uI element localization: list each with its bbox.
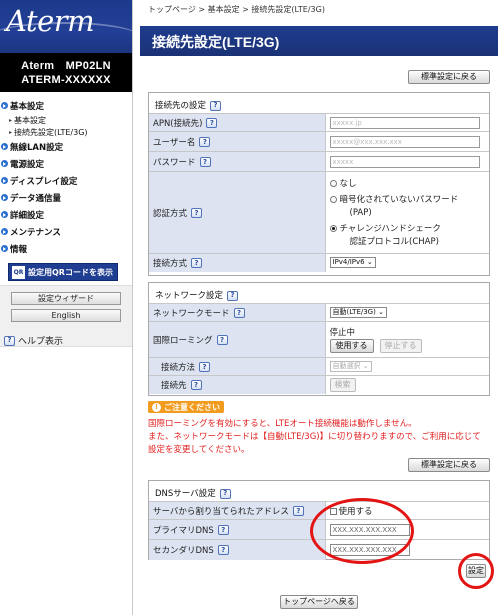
roaming-conn-method-select[interactable]: 自動選択 ⌄ [329,361,372,372]
network-mode-select[interactable]: 自動(LTE/3G) ⌄ [329,307,387,318]
side-tools: 設定ウィザード English ? ヘルプ表示 [0,285,132,347]
secondary-dns-label: セカンダリDNS? [149,539,326,560]
page-title: 接続先設定(LTE/3G) [140,26,498,56]
help-icon[interactable]: ? [190,380,202,391]
reset-defaults-button-top[interactable]: 標準設定に戻る [408,70,490,84]
auth-option-chap[interactable]: チャレンジハンドシェーク [329,223,490,236]
arrow-circle-icon [1,143,8,150]
help-icon[interactable]: ? [191,208,203,218]
roaming-conn-method-label: 接続方法? [149,357,326,376]
notice-text: 国際ローミングを有効にすると、LTEオート接続機能は動作しません。 また、ネット… [148,419,481,455]
radio-icon[interactable] [329,196,337,203]
model-name: Aterm MP02LN [21,60,111,72]
brand-header: Aterm [0,0,132,53]
dns-settings-heading: DNSサーバ設定? [149,481,489,501]
auth-option-pap[interactable]: 暗号化されていないパスワード [329,194,490,207]
roaming-enable-button[interactable]: 使用する [329,338,374,353]
help-icon[interactable]: ? [199,137,211,147]
menu-info[interactable]: 情報 [0,240,132,257]
reset-defaults-button-bottom[interactable]: 標準設定に戻る [408,458,490,472]
menu-advanced[interactable]: 詳細設定 [0,206,132,223]
roaming-stop-button[interactable]: 停止する [379,338,422,353]
network-settings-section: ネットワーク設定? ネットワークモード? 自動(LTE/3G) ⌄ 国際ローミン… [148,282,490,396]
side-menu: 基本設定 基本設定 接続先設定(LTE/3G) 無線LAN設定 電源設定 ディス… [0,92,132,281]
show-qr-code-button[interactable]: QR 設定用QRコードを表示 [8,263,118,281]
help-icon[interactable]: ? [191,258,203,269]
connection-settings-heading: 接続先の設定? [149,93,489,113]
auth-method-label: 認証方式? [149,171,326,254]
device-id: ATERM-XXXXXX [21,74,111,86]
arrow-circle-icon [1,245,8,252]
auth-option-pap-sub: (PAP) [349,208,372,218]
help-icon: ? [4,335,15,346]
arrow-circle-icon [1,177,8,184]
password-input[interactable]: xxxxx [329,155,480,168]
radio-icon[interactable] [329,180,337,187]
help-icon[interactable]: ? [217,545,229,556]
warning-icon: ! [152,402,161,412]
help-toggle[interactable]: ? ヘルプ表示 [4,334,132,347]
arrow-circle-icon [1,102,8,109]
auth-option-chap-sub: 認証プロトコル(CHAP) [349,237,439,247]
network-settings-heading: ネットワーク設定? [149,283,489,303]
roaming-label: 国際ローミング? [149,321,326,358]
submenu-basic-settings[interactable]: 基本設定 [0,114,132,126]
roaming-target-label: 接続先? [149,375,326,394]
menu-wireless-lan[interactable]: 無線LAN設定 [0,138,132,155]
help-icon[interactable]: ? [210,100,222,111]
help-icon[interactable]: ? [233,308,245,318]
help-icon[interactable]: ? [227,290,239,301]
submenu-connection-lte3g[interactable]: 接続先設定(LTE/3G) [0,126,132,138]
dns-highlight-ring [310,498,414,564]
help-icon[interactable]: ? [217,525,229,535]
notice-heading: ! ご注意ください [148,401,224,413]
help-icon[interactable]: ? [216,335,228,345]
apn-input[interactable]: xxxxx.jp [329,116,480,129]
help-icon[interactable]: ? [206,118,218,128]
apn-label: APN(接続先)? [149,113,326,132]
help-icon[interactable]: ? [292,506,304,516]
arrow-circle-icon [1,211,8,218]
connection-method-select[interactable]: IPv4/IPv6 ⌄ [329,257,376,269]
menu-power[interactable]: 電源設定 [0,155,132,172]
help-icon[interactable]: ? [199,362,211,372]
menu-data-usage[interactable]: データ通信量 [0,189,132,206]
auth-option-none[interactable]: なし [329,178,490,191]
primary-dns-label: プライマリDNS? [149,519,326,540]
menu-basic-settings[interactable]: 基本設定 [0,97,132,114]
menu-display[interactable]: ディスプレイ設定 [0,172,132,189]
model-info: Aterm MP02LN ATERM-XXXXXX [0,53,132,92]
aterm-logo: Aterm [6,4,95,38]
connection-method-label: 接続方式? [149,253,326,272]
dns-auto-label: サーバから割り当てられたアドレス? [149,501,326,520]
radio-selected-icon[interactable] [329,225,337,232]
arrow-circle-icon [1,228,8,235]
arrow-circle-icon [1,194,8,201]
back-to-top-button[interactable]: トップページへ戻る [280,595,358,609]
menu-maintenance[interactable]: メンテナンス [0,223,132,240]
search-network-button[interactable]: 検索 [329,378,356,392]
main-content: トップページ > 基本設定 > 接続先設定(LTE/3G) 接続先設定(LTE/… [140,0,500,615]
sidebar: Aterm Aterm MP02LN ATERM-XXXXXX 基本設定 基本設… [0,0,133,615]
notice-box: ! ご注意ください 国際ローミングを有効にすると、LTEオート接続機能は動作しませ… [148,401,490,457]
help-icon[interactable]: ? [199,157,211,167]
breadcrumb: トップページ > 基本設定 > 接続先設定(LTE/3G) [148,5,325,14]
english-button[interactable]: English [11,309,121,322]
qr-code-icon: QR [12,265,25,279]
username-input[interactable]: xxxxx@xxx.xxx.xxx [329,135,480,148]
help-icon[interactable]: ? [219,488,231,499]
setup-wizard-button[interactable]: 設定ウィザード [11,292,121,305]
roaming-status: 停止中 [329,327,356,338]
password-label: パスワード? [149,151,326,172]
apply-settings-button[interactable]: 設定 [466,564,486,578]
username-label: ユーザー名? [149,131,326,152]
connection-settings-section: 接続先の設定? APN(接続先)? xxxxx.jp ユーザー名? xxxxx@… [148,92,490,276]
arrow-circle-icon [1,160,8,167]
network-mode-label: ネットワークモード? [149,303,326,322]
